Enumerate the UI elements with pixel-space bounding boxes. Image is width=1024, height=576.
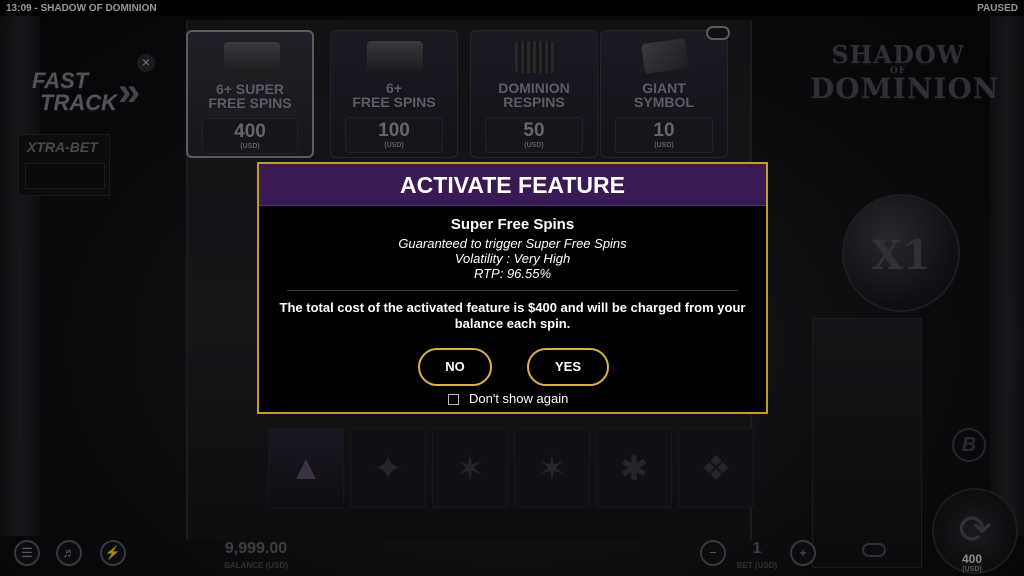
dialog-title: ACTIVATE FEATURE: [259, 164, 766, 206]
feature-description: Guaranteed to trigger Super Free Spins: [398, 236, 627, 251]
yes-button[interactable]: YES: [527, 348, 609, 386]
feature-rtp: RTP: 96.55%: [473, 266, 552, 281]
cost-message: The total cost of the activated feature …: [279, 300, 746, 331]
dont-show-label[interactable]: Don't show again: [469, 391, 568, 406]
feature-name: Super Free Spins: [450, 216, 575, 233]
divider: [287, 290, 738, 291]
no-button[interactable]: NO: [418, 348, 492, 386]
activate-feature-dialog: ACTIVATE FEATURE Super Free Spins Guaran…: [257, 162, 768, 414]
feature-volatility: Volatility : Very High: [454, 251, 571, 266]
dont-show-checkbox[interactable]: [448, 394, 459, 405]
